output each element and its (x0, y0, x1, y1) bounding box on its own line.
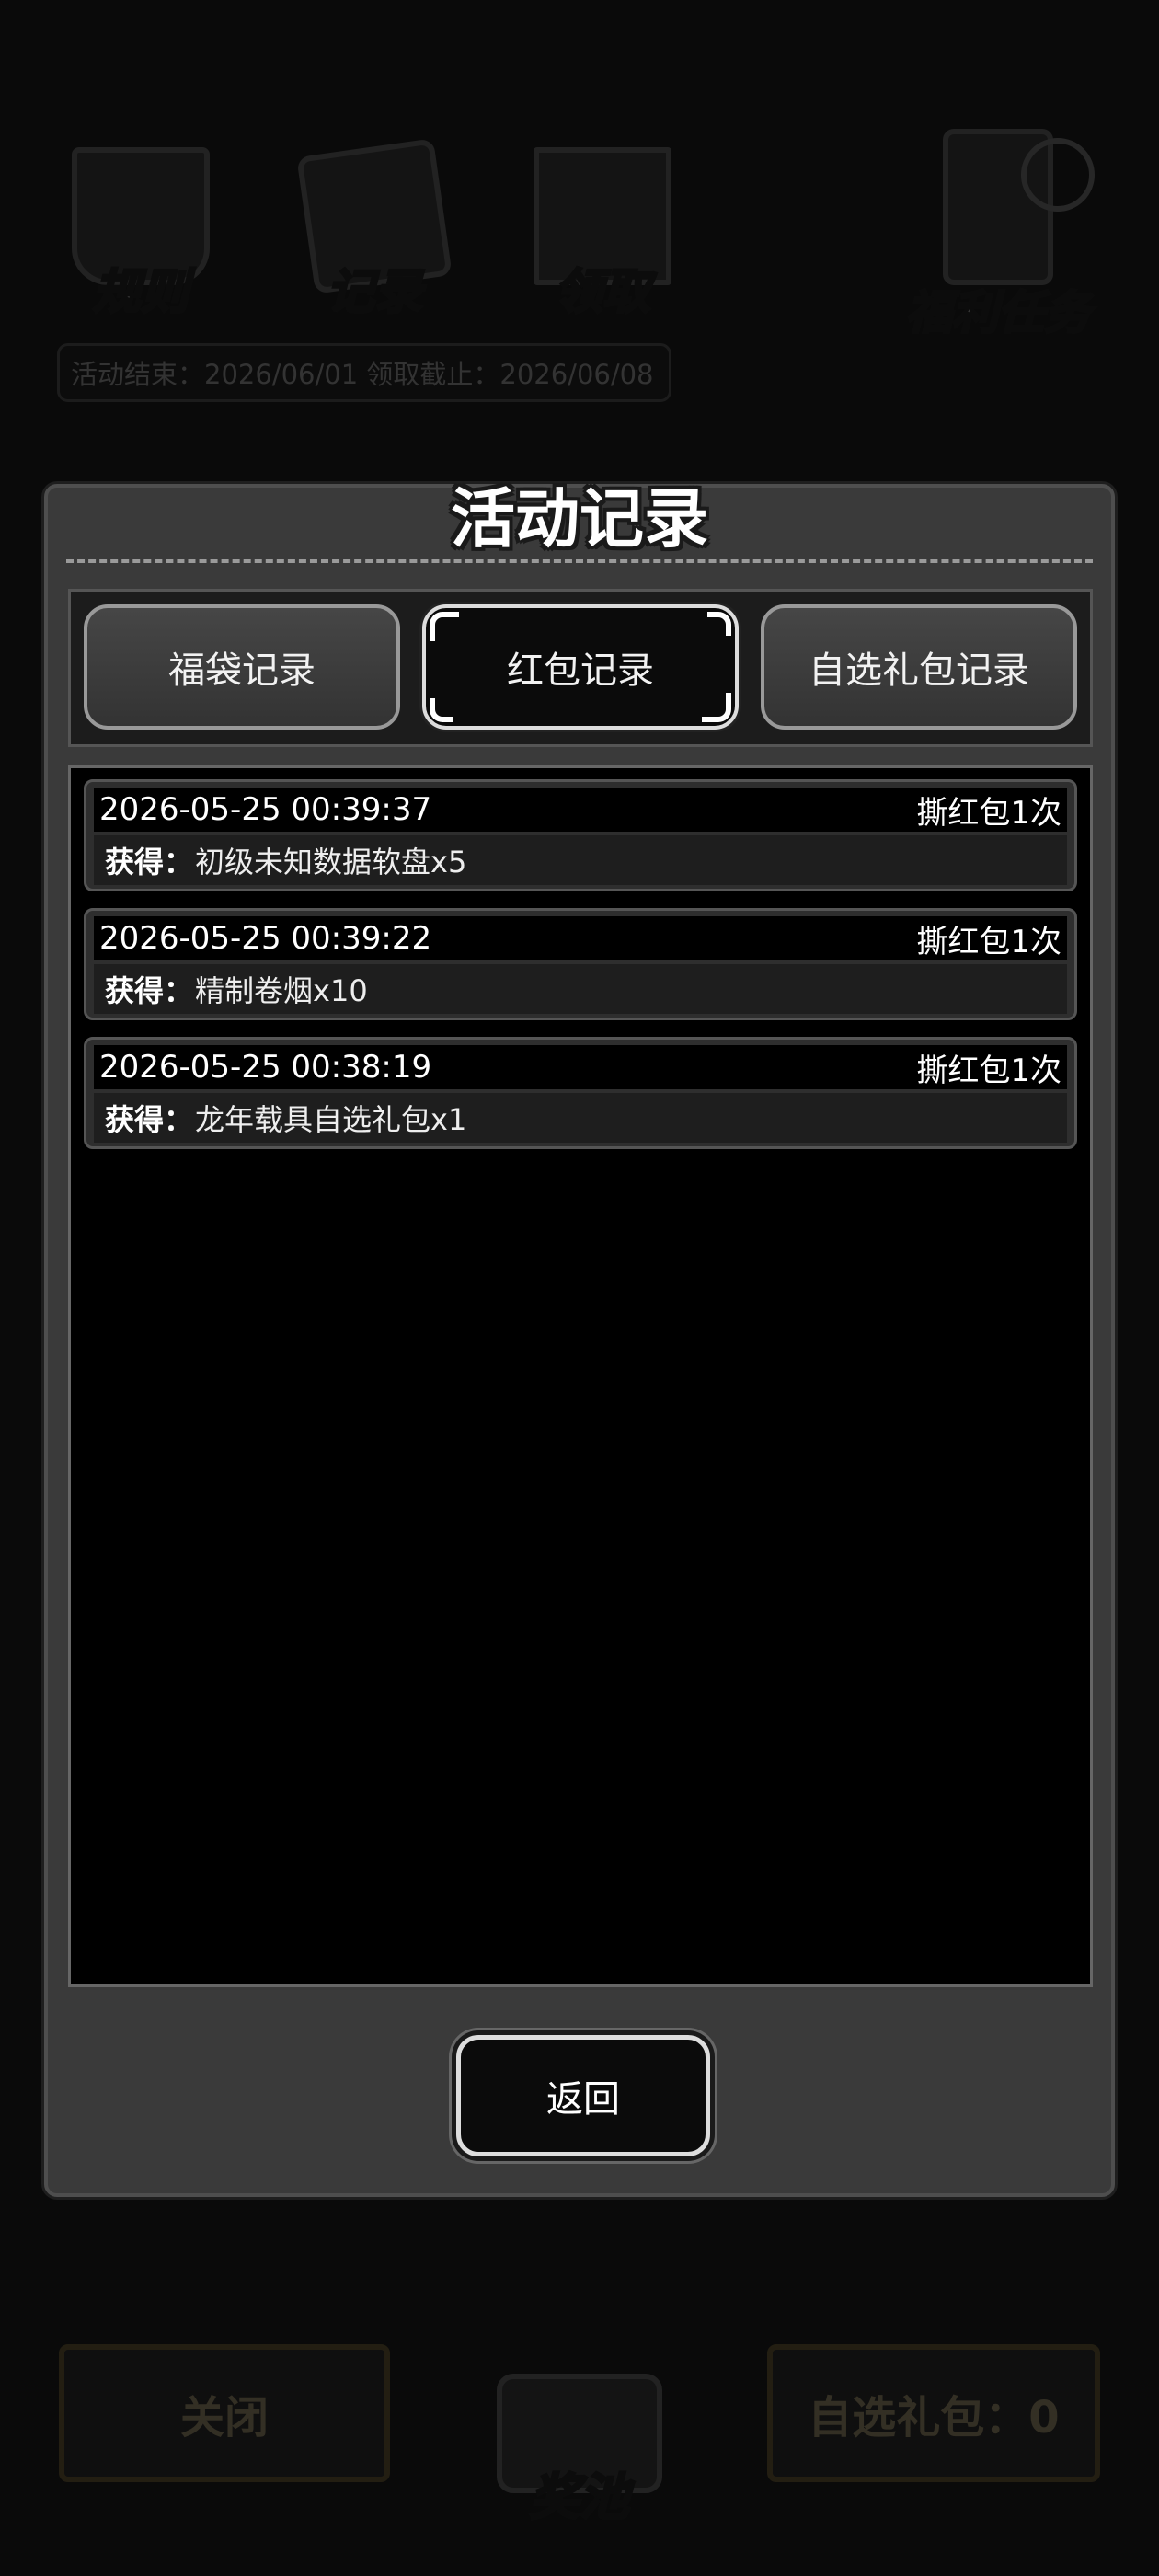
tab-red-packet-records[interactable]: 红包记录 (422, 604, 739, 730)
record-time: 2026-05-25 00:39:22 (99, 920, 432, 957)
get-label: 获得： (105, 845, 194, 880)
records-label: 记录 (325, 264, 423, 322)
get-label: 获得： (105, 1102, 194, 1137)
record-time: 2026-05-25 00:39:37 (99, 791, 432, 828)
tab-lucky-bag-records[interactable]: 福袋记录 (84, 604, 400, 730)
claim-label: 领取 (553, 264, 651, 322)
claim-entry[interactable]: 领取 (515, 147, 690, 322)
record-list[interactable]: 2026-05-25 00:39:37 撕红包1次 获得： 初级未知数据软盘x5… (68, 765, 1093, 1987)
modal-title: 活动记录 (451, 481, 708, 557)
record-action: 撕红包1次 (916, 923, 1061, 960)
activity-records-modal: 活动记录 福袋记录 红包记录 自选礼包记录 2026-05-25 00:39:3… (44, 481, 1115, 2197)
welfare-task-label: 福利任务 (905, 285, 1092, 341)
record-tabs: 福袋记录 红包记录 自选礼包记录 (68, 589, 1093, 747)
title-divider (66, 559, 1093, 563)
records-entry[interactable]: 记录 (287, 138, 462, 322)
rules-entry[interactable]: 规则 (53, 147, 228, 322)
prize-pool-entry[interactable]: 奖池 (469, 2318, 690, 2530)
back-button[interactable]: 返回 (456, 2035, 710, 2156)
target-icon (1021, 138, 1095, 212)
record-item: 初级未知数据软盘x5 (195, 845, 467, 880)
record-item: 精制卷烟x10 (195, 973, 368, 1008)
get-label: 获得： (105, 973, 194, 1008)
record-action: 撕红包1次 (916, 794, 1061, 832)
rules-label: 规则 (91, 264, 189, 322)
list-item: 2026-05-25 00:38:19 撕红包1次 获得： 龙年载具自选礼包x1 (84, 1037, 1077, 1149)
record-item: 龙年载具自选礼包x1 (195, 1102, 467, 1137)
close-button[interactable]: 关闭 (59, 2344, 390, 2482)
welfare-task-entry[interactable]: 福利任务 (892, 129, 1104, 359)
list-item: 2026-05-25 00:39:37 撕红包1次 获得： 初级未知数据软盘x5 (84, 779, 1077, 891)
activity-date-bar: 活动结束：2026/06/01 领取截止：2026/06/08 (57, 343, 671, 402)
optional-pack-button[interactable]: 自选礼包：0 (767, 2344, 1100, 2482)
tab-red-packet-label: 红包记录 (507, 650, 654, 692)
list-item: 2026-05-25 00:39:22 撕红包1次 获得： 精制卷烟x10 (84, 908, 1077, 1020)
prize-pool-label: 奖池 (529, 2467, 631, 2528)
record-action: 撕红包1次 (916, 1052, 1061, 1089)
tab-optional-pack-records[interactable]: 自选礼包记录 (761, 604, 1077, 730)
record-time: 2026-05-25 00:38:19 (99, 1049, 432, 1086)
